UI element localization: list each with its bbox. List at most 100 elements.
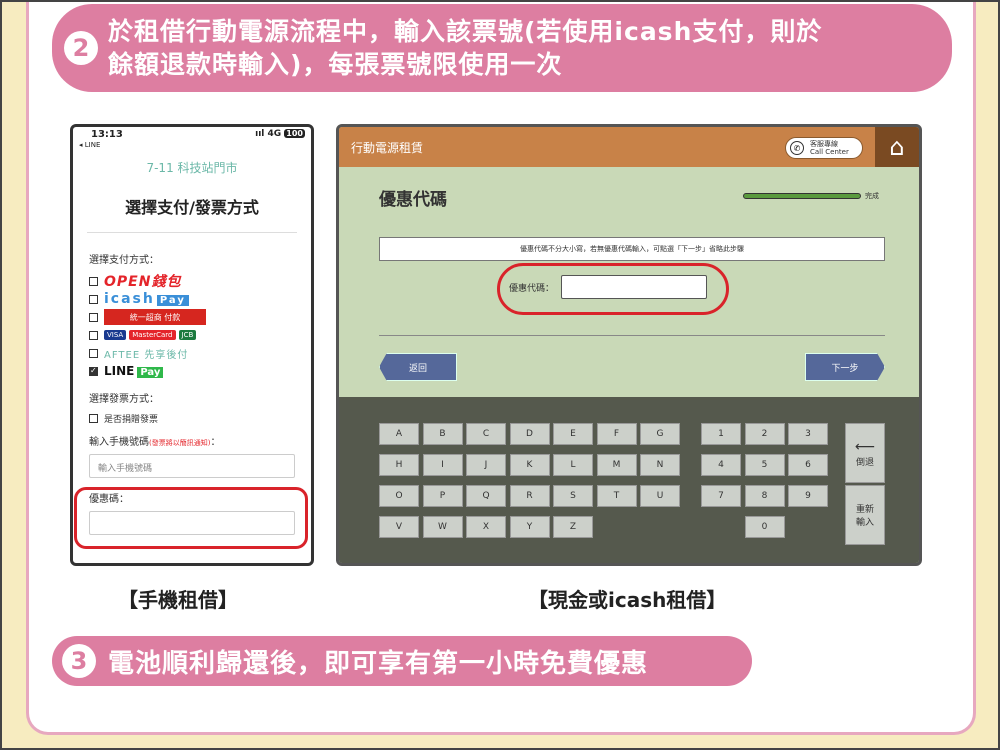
keyboard-key[interactable]: Y — [509, 516, 550, 538]
call-center-line-2: Call Center — [810, 148, 849, 156]
icash-logo-text: icash — [104, 291, 155, 307]
checkbox[interactable] — [89, 348, 98, 358]
keypad-key[interactable]: 6 — [788, 454, 828, 476]
keypad-key[interactable]: 9 — [788, 485, 828, 507]
aftee-logo: AFTEE 先享後付 — [104, 349, 189, 361]
line-pay-badge: Pay — [137, 367, 164, 378]
back-button[interactable]: 返回 — [379, 353, 457, 381]
keypad-key[interactable]: 2 — [744, 423, 785, 445]
mobile-number-label: 輸入手機號碼(發票將以簡訊通知)： — [89, 437, 221, 448]
checkbox[interactable] — [89, 294, 98, 304]
line-logo-text: LINE — [104, 364, 135, 378]
kiosk-caption: 【現金或icash租借】 — [528, 588, 727, 612]
payment-option-credit-card[interactable]: VISA MasterCard JCB — [89, 326, 311, 344]
backspace-label: 倒退 — [855, 457, 874, 468]
keyboard-key[interactable]: P — [422, 485, 463, 507]
checkbox[interactable] — [89, 330, 98, 340]
icash-pay-logo: icash Pay — [104, 291, 189, 307]
mobile-note: (發票將以簡訊通知) — [149, 439, 211, 447]
progress-bar — [743, 193, 861, 199]
keypad-key[interactable]: 1 — [701, 423, 741, 445]
divider — [87, 232, 297, 233]
step-3-banner: 3 電池順利歸還後，即可享有第一小時免費優惠 — [52, 636, 752, 686]
step-2-line-1: 於租借行動電源流程中，輸入該票號(若使用icash支付，則於 — [108, 17, 823, 46]
phone-icon: ✆ — [790, 141, 804, 155]
kiosk-screenshot: 行動電源租賃 ✆ 客服專線 Call Center ⌂ 優惠代碼 完成 優惠代碼不… — [336, 124, 922, 566]
payment-option-icash[interactable]: icash Pay — [89, 290, 311, 308]
line-pay-logo: LINE Pay — [104, 364, 164, 378]
signal-text: ııl 4G — [255, 129, 282, 139]
backspace-arrow-icon: ⟵ — [854, 438, 876, 455]
coupon-highlight-box — [74, 487, 308, 549]
keyboard-key[interactable]: N — [640, 454, 680, 476]
next-button[interactable]: 下一步 — [805, 353, 885, 381]
keyboard-key[interactable]: G — [640, 423, 680, 445]
keyboard-key[interactable]: E — [553, 423, 593, 445]
keyboard-key[interactable]: W — [422, 516, 463, 538]
keyboard-key[interactable]: X — [466, 516, 506, 538]
signal-indicator: ııl 4G 100 — [255, 129, 305, 139]
checkbox[interactable] — [89, 312, 98, 322]
credit-card-logos: VISA MasterCard JCB — [104, 330, 197, 340]
keyboard-key[interactable]: H — [379, 454, 419, 476]
phone-time: 13:13 — [91, 129, 123, 140]
back-to-line-link[interactable]: ◂ LINE — [79, 141, 100, 149]
visa-logo: VISA — [104, 330, 127, 340]
keyboard-key[interactable]: S — [553, 485, 593, 507]
donate-invoice-label: 是否捐贈發票 — [104, 414, 159, 425]
keyboard-key[interactable]: L — [553, 454, 593, 476]
step-number-2: 2 — [64, 31, 98, 65]
progress-label: 完成 — [865, 192, 879, 200]
keyboard-key[interactable]: O — [379, 485, 419, 507]
keyboard-key[interactable]: J — [466, 454, 506, 476]
keyboard-key[interactable]: R — [509, 485, 550, 507]
keyboard-key[interactable]: Q — [466, 485, 506, 507]
kiosk-header: 行動電源租賃 ✆ 客服專線 Call Center ⌂ — [339, 127, 919, 167]
call-center-line-1: 客服專線 — [810, 140, 838, 148]
store-name: 7-11 科技站門市 — [146, 161, 238, 175]
invoice-method-label: 選擇發票方式： — [89, 394, 159, 405]
keyboard-key[interactable]: F — [596, 423, 637, 445]
keyboard-key[interactable]: U — [640, 485, 680, 507]
keyboard-key[interactable]: Z — [553, 516, 593, 538]
payment-method-label: 選擇支付方式： — [89, 255, 159, 266]
keyboard-key[interactable]: M — [596, 454, 637, 476]
phone-caption: 【手機租借】 — [118, 588, 238, 612]
reenter-key[interactable]: 重新輸入 — [845, 485, 885, 545]
backspace-key[interactable]: ⟵ 倒退 — [845, 423, 885, 483]
icash-pay-badge: Pay — [156, 295, 189, 306]
keyboard-key[interactable]: T — [596, 485, 637, 507]
home-icon[interactable]: ⌂ — [875, 127, 919, 167]
keyboard-key[interactable]: D — [509, 423, 550, 445]
keypad-key[interactable]: 8 — [744, 485, 785, 507]
call-center-label: 客服專線 Call Center — [810, 140, 849, 156]
step-3-text: 電池順利歸還後，即可享有第一小時免費優惠 — [108, 648, 649, 679]
keypad-key[interactable]: 5 — [744, 454, 785, 476]
checkbox-checked[interactable] — [89, 366, 98, 376]
payment-option-open[interactable]: OPEN錢包 — [89, 272, 311, 290]
keypad-key[interactable]: 7 — [701, 485, 741, 507]
donate-invoice-option[interactable]: 是否捐贈發票 — [89, 409, 311, 427]
keyboard-key[interactable]: A — [379, 423, 419, 445]
page-title: 選擇支付/發票方式 — [125, 198, 259, 217]
payment-option-line-pay[interactable]: LINEPay — [89, 362, 311, 380]
mobile-number-input[interactable]: 輸入手機號碼 — [89, 454, 295, 478]
checkbox[interactable] — [89, 413, 98, 423]
payment-option-aftee[interactable]: AFTEE 先享後付 — [89, 344, 311, 362]
on-screen-keyboard: ⟵ 倒退 重新輸入 ABCDEFG HIJKLMN OPQRSTU VWXYZ 123 45… — [339, 397, 919, 563]
kiosk-title: 行動電源租賃 — [351, 141, 424, 155]
keypad-key[interactable]: 4 — [701, 454, 741, 476]
battery-icon: 100 — [284, 129, 305, 138]
payment-option-7pay[interactable]: 統一超商 付款 — [89, 308, 311, 326]
keypad-key[interactable]: 3 — [788, 423, 828, 445]
checkbox[interactable] — [89, 276, 98, 286]
call-center-button[interactable]: ✆ 客服專線 Call Center — [785, 137, 863, 159]
phone-status-bar: 13:13 ◂ LINE ııl 4G 100 — [73, 127, 311, 149]
keyboard-key[interactable]: I — [422, 454, 463, 476]
keypad-key[interactable]: 0 — [744, 516, 785, 538]
keyboard-key[interactable]: K — [509, 454, 550, 476]
mobile-label-text: 輸入手機號碼 — [89, 437, 149, 448]
keyboard-key[interactable]: V — [379, 516, 419, 538]
keyboard-key[interactable]: B — [422, 423, 463, 445]
keyboard-key[interactable]: C — [466, 423, 506, 445]
